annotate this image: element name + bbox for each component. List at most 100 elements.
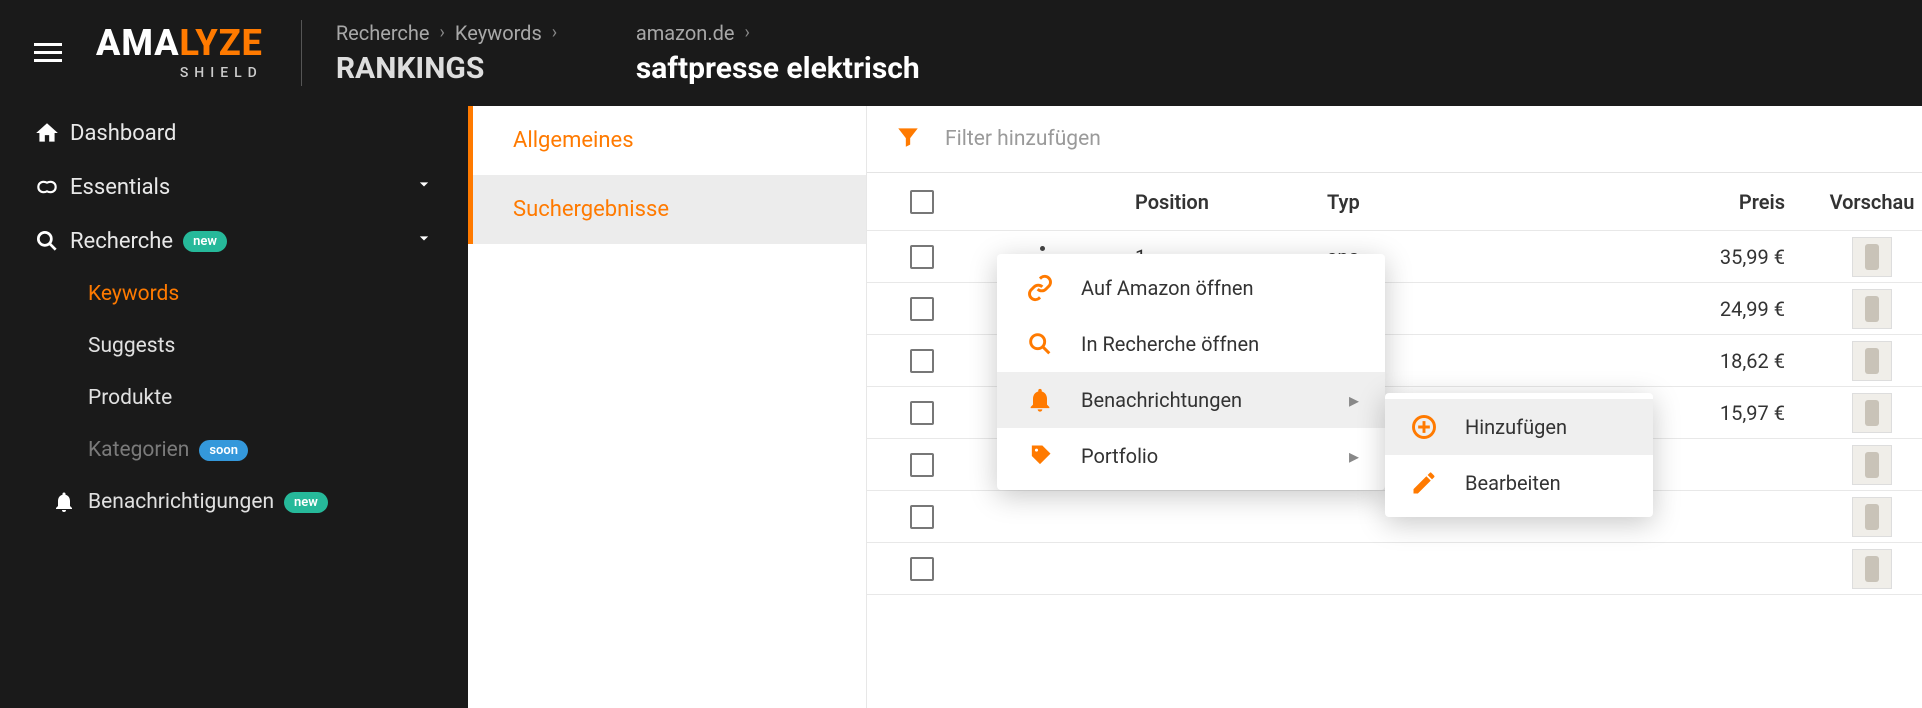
nav-benachrichtigungen[interactable]: Benachrichtigungen new	[0, 476, 468, 528]
logo: AMALYZE SHIELD	[96, 25, 263, 81]
chevron-right-icon: ›	[552, 22, 557, 43]
filter-placeholder: Filter hinzufügen	[945, 127, 1101, 151]
nav-suggests[interactable]: Suggests	[0, 320, 468, 372]
product-thumbnail	[1852, 549, 1892, 589]
nav-kategorien[interactable]: Kategorien soon	[0, 424, 468, 476]
row-checkbox[interactable]	[910, 557, 934, 581]
ctx-open-recherche-label: In Recherche öffnen	[1081, 332, 1259, 356]
link-icon	[34, 174, 70, 200]
header: AMALYZE SHIELD Recherche › Keywords › RA…	[0, 0, 1922, 106]
breadcrumb-keyword: amazon.de › saftpresse elektrisch	[636, 21, 920, 86]
nav-dashboard-label: Dashboard	[70, 121, 176, 146]
pencil-icon	[1407, 469, 1441, 497]
nav-recherche[interactable]: Recherche new	[0, 214, 468, 268]
context-menu: Auf Amazon öffnen In Recherche öffnen Be…	[997, 254, 1385, 490]
nav-kategorien-label: Kategorien	[88, 438, 189, 462]
subtab-suchergebnisse-label: Suchergebnisse	[513, 197, 669, 222]
nav-keywords-label: Keywords	[88, 282, 179, 306]
ctx-portfolio-label: Portfolio	[1081, 444, 1158, 468]
hamburger-icon	[34, 43, 62, 63]
chevron-right-icon: ▸	[1349, 388, 1359, 412]
logo-sub: SHIELD	[96, 65, 263, 81]
breadcrumb-item[interactable]: Recherche	[336, 21, 430, 45]
ctx-notifications-label: Benachrichtungen	[1081, 388, 1242, 412]
col-vorschau[interactable]: Vorschau	[1797, 190, 1922, 214]
ctx-portfolio[interactable]: Portfolio ▸	[997, 428, 1385, 484]
filter-icon	[895, 124, 921, 154]
row-preview	[1797, 393, 1922, 433]
row-checkbox[interactable]	[910, 453, 934, 477]
row-preis: 18,62 €	[1517, 349, 1797, 373]
col-preis[interactable]: Preis	[1517, 190, 1797, 214]
nav-produkte[interactable]: Produkte	[0, 372, 468, 424]
tags-icon	[1023, 442, 1057, 470]
chevron-right-icon: ▸	[1349, 444, 1359, 468]
badge-new: new	[284, 492, 328, 513]
table-row	[867, 543, 1922, 595]
nav-benachrichtigungen-label: Benachrichtigungen	[88, 490, 274, 514]
filter-row[interactable]: Filter hinzufügen	[867, 106, 1922, 173]
plus-circle-icon	[1407, 413, 1441, 441]
product-thumbnail	[1852, 289, 1892, 329]
search-icon	[1023, 330, 1057, 358]
subtabs: Allgemeines Suchergebnisse	[468, 106, 867, 708]
badge-new: new	[183, 231, 227, 252]
subtab-allgemeines[interactable]: Allgemeines	[468, 106, 866, 175]
breadcrumb-title: RANKINGS	[336, 51, 596, 86]
nav-recherche-label: Recherche	[70, 229, 173, 254]
breadcrumb-item[interactable]: amazon.de	[636, 21, 735, 45]
product-thumbnail	[1852, 445, 1892, 485]
nav-essentials-label: Essentials	[70, 175, 170, 200]
submenu-edit-label: Bearbeiten	[1465, 471, 1561, 495]
menu-button[interactable]	[28, 33, 68, 73]
chevron-right-icon: ›	[744, 22, 749, 43]
main-content: Filter hinzufügen Position Typ Preis Vor…	[867, 106, 1922, 708]
nav-suggests-label: Suggests	[88, 334, 175, 358]
logo-part2: LYZE	[180, 22, 263, 64]
chevron-down-icon	[414, 174, 434, 200]
submenu: Hinzufügen Bearbeiten	[1385, 393, 1653, 517]
bell-icon	[1023, 386, 1057, 414]
subtab-suchergebnisse[interactable]: Suchergebnisse	[468, 175, 866, 244]
table-header: Position Typ Preis Vorschau	[867, 173, 1922, 231]
product-thumbnail	[1852, 341, 1892, 381]
link-icon	[1023, 274, 1057, 302]
row-preview	[1797, 497, 1922, 537]
bell-icon	[52, 490, 88, 514]
nav-produkte-label: Produkte	[88, 386, 172, 410]
checkbox-all[interactable]	[910, 190, 934, 214]
col-position[interactable]: Position	[1107, 190, 1327, 214]
nav-dashboard[interactable]: Dashboard	[0, 106, 468, 160]
row-checkbox[interactable]	[910, 245, 934, 269]
row-preis: 35,99 €	[1517, 245, 1797, 269]
ctx-open-amazon[interactable]: Auf Amazon öffnen	[997, 260, 1385, 316]
chevron-down-icon	[414, 228, 434, 254]
row-preview	[1797, 445, 1922, 485]
ctx-notifications[interactable]: Benachrichtungen ▸	[997, 372, 1385, 428]
submenu-edit[interactable]: Bearbeiten	[1385, 455, 1653, 511]
submenu-add[interactable]: Hinzufügen	[1385, 399, 1653, 455]
logo-part1: AMA	[96, 22, 180, 64]
ctx-open-recherche[interactable]: In Recherche öffnen	[997, 316, 1385, 372]
row-checkbox[interactable]	[910, 401, 934, 425]
nav-keywords[interactable]: Keywords	[0, 268, 468, 320]
nav-recherche-subnav: Keywords Suggests Produkte Kategorien soo…	[0, 268, 468, 528]
badge-soon: soon	[199, 440, 248, 461]
nav-essentials[interactable]: Essentials	[0, 160, 468, 214]
row-preis: 24,99 €	[1517, 297, 1797, 321]
breadcrumb-item[interactable]: Keywords	[455, 21, 542, 45]
row-checkbox[interactable]	[910, 297, 934, 321]
row-checkbox[interactable]	[910, 349, 934, 373]
row-preview	[1797, 289, 1922, 329]
subtab-allgemeines-label: Allgemeines	[513, 128, 634, 153]
row-preview	[1797, 549, 1922, 589]
row-checkbox[interactable]	[910, 505, 934, 529]
row-preview	[1797, 341, 1922, 381]
product-thumbnail	[1852, 393, 1892, 433]
chevron-right-icon: ›	[440, 22, 445, 43]
col-typ[interactable]: Typ	[1327, 190, 1517, 214]
sidebar: Dashboard Essentials Recherche new Keywo…	[0, 106, 468, 708]
header-divider	[301, 20, 302, 86]
search-icon	[34, 228, 70, 254]
product-thumbnail	[1852, 237, 1892, 277]
